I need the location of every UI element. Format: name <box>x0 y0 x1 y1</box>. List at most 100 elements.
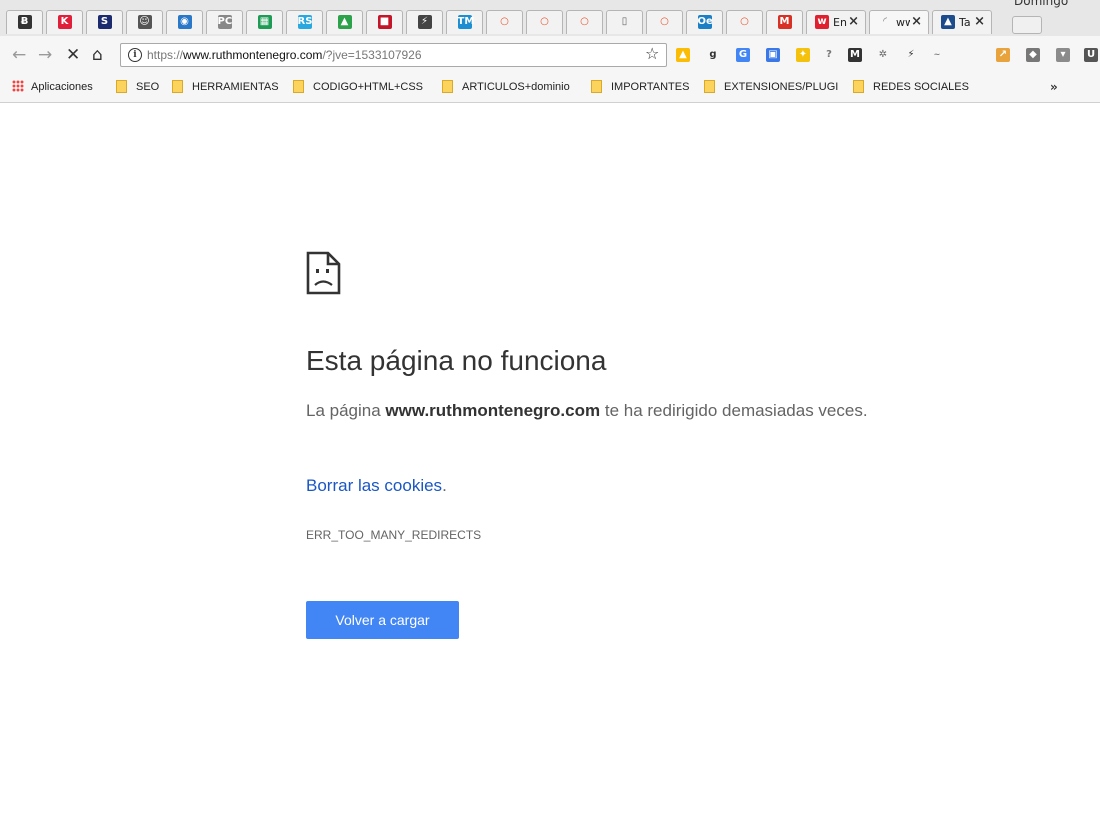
stop-icon[interactable]: ✕ <box>66 46 80 64</box>
folder-icon <box>172 80 183 93</box>
bookmark-folder[interactable]: SEO <box>116 80 159 93</box>
desc-domain: www.ruthmontenegro.com <box>385 401 601 420</box>
bookmark-folder[interactable]: CODIGO+HTML+CSS <box>293 80 423 93</box>
cookies-period: . <box>442 476 447 495</box>
new-tab-button[interactable] <box>1012 16 1042 34</box>
bookmark-star-icon[interactable]: ☆ <box>645 44 659 63</box>
ublock-extension-icon[interactable]: U <box>1084 48 1098 62</box>
bookmark-label: CODIGO+HTML+CSS <box>313 81 424 93</box>
bolt-icon: ⚡ <box>417 15 432 29</box>
reload-button[interactable]: Volver a cargar <box>306 601 459 639</box>
bookmark-label: Aplicaciones <box>31 81 93 93</box>
circle-icon: ○ <box>540 16 549 27</box>
pc-icon: PC <box>217 15 233 29</box>
desc-prefix: La página <box>306 401 386 420</box>
url-domain: www.ruthmontenegro.com <box>183 48 323 62</box>
address-bar[interactable]: i https://www.ruthmontenegro.com/?jve=15… <box>120 43 667 67</box>
s-icon: S <box>97 15 112 29</box>
bookmarks-bar: Aplicaciones SEO HERRAMIENTAS CODIGO+HTML+C… <box>0 74 1100 103</box>
g-extension-icon[interactable]: g <box>706 48 720 62</box>
tab-title: ww <box>896 16 910 29</box>
extension-blue-icon[interactable]: ▣ <box>766 48 780 62</box>
clear-cookies-paragraph: Borrar las cookies. <box>306 476 447 496</box>
bulb-icon[interactable]: ✦ <box>796 48 810 62</box>
browser-tab[interactable]: Ƀ <box>6 10 43 34</box>
w-icon: w <box>815 15 829 29</box>
b-icon: Ƀ <box>17 15 32 29</box>
info-icon[interactable]: i <box>128 48 142 62</box>
back-icon[interactable]: ← <box>12 46 26 64</box>
clear-cookies-link[interactable]: Borrar las cookies <box>306 476 442 495</box>
error-code: ERR_TOO_MANY_REDIRECTS <box>306 528 482 542</box>
browser-tab[interactable]: S <box>86 10 123 34</box>
browser-tab[interactable]: w En × <box>806 10 866 34</box>
tab-title: En <box>833 16 847 29</box>
browser-tab[interactable]: ○ <box>486 10 523 34</box>
browser-tab[interactable]: ◉ <box>166 10 203 34</box>
url-path: /?jve=1533107926 <box>322 48 422 62</box>
redirect-extension-icon[interactable]: ↗ <box>996 48 1010 62</box>
tab-title: Ta <box>959 16 971 29</box>
profile-name[interactable]: Domingo <box>1014 0 1068 8</box>
rs-icon: RS <box>297 15 313 29</box>
loading-icon: ◜ <box>883 16 887 27</box>
url-text[interactable]: https://www.ruthmontenegro.com/?jve=1533… <box>147 48 422 62</box>
gear-extension-icon[interactable]: ✲ <box>876 48 890 62</box>
shield-icon: ◉ <box>177 15 192 29</box>
bookmark-folder[interactable]: EXTENSIONES/PLUGI <box>704 80 838 93</box>
browser-tab[interactable]: ▦ <box>246 10 283 34</box>
bookmark-folder[interactable]: HERRAMIENTAS <box>172 80 279 93</box>
browser-tab[interactable]: RS <box>286 10 323 34</box>
browser-tab[interactable]: M <box>766 10 803 34</box>
robot-icon: ☺ <box>137 15 152 29</box>
close-tab-icon[interactable]: × <box>974 14 985 29</box>
gmail-icon: M <box>777 15 792 29</box>
folder-icon <box>704 80 715 93</box>
browser-tab[interactable]: ○ <box>646 10 683 34</box>
sad-page-icon <box>306 251 341 295</box>
browser-tab[interactable]: TM <box>446 10 483 34</box>
browser-tab[interactable]: ⚡ <box>406 10 443 34</box>
browser-tab[interactable]: ◜ ww × <box>869 10 929 34</box>
desc-suffix: te ha redirigido demasiadas veces. <box>600 401 868 420</box>
browser-tab[interactable]: Oe <box>686 10 723 34</box>
close-tab-icon[interactable]: × <box>911 14 922 29</box>
bookmark-label: REDES SOCIALES <box>873 81 969 93</box>
home-icon[interactable]: ⌂ <box>92 46 103 64</box>
circle-icon: ○ <box>660 16 669 27</box>
translate-icon[interactable]: G <box>736 48 750 62</box>
lock-icon: ▲ <box>337 15 352 29</box>
browser-tab[interactable]: ○ <box>566 10 603 34</box>
pocket-extension-icon[interactable]: ▾ <box>1056 48 1070 62</box>
browser-tab[interactable]: ■ <box>366 10 403 34</box>
browser-tab[interactable]: ▯ <box>606 10 643 34</box>
browser-tab[interactable]: ○ <box>726 10 763 34</box>
forward-icon[interactable]: → <box>38 46 52 64</box>
folder-icon <box>442 80 453 93</box>
close-tab-icon[interactable]: × <box>848 14 859 29</box>
browser-tab[interactable]: K <box>46 10 83 34</box>
browser-tab[interactable]: ▲ <box>326 10 363 34</box>
url-scheme: https:// <box>147 48 184 62</box>
drive-icon[interactable]: ▲ <box>676 48 690 62</box>
bookmarks-overflow-button[interactable]: » <box>1050 80 1058 94</box>
error-description: La página www.ruthmontenegro.com te ha r… <box>306 397 896 425</box>
bookmark-folder[interactable]: IMPORTANTES <box>591 80 689 93</box>
circle-icon: ○ <box>740 16 749 27</box>
grey-extension-icon[interactable]: ◆ <box>1026 48 1040 62</box>
help-icon[interactable]: ? <box>822 48 836 62</box>
wave-extension-icon[interactable]: ~ <box>930 48 944 62</box>
bolt-extension-icon[interactable]: ⚡ <box>904 48 918 62</box>
bookmark-folder[interactable]: ARTICULOS+dominio <box>442 80 570 93</box>
m-extension-icon[interactable]: M <box>848 48 862 62</box>
sheets-icon: ▦ <box>257 15 272 29</box>
bookmark-label: IMPORTANTES <box>611 81 690 93</box>
browser-tab[interactable]: ☺ <box>126 10 163 34</box>
bookmark-folder[interactable]: REDES SOCIALES <box>853 80 969 93</box>
browser-tab[interactable]: PC <box>206 10 243 34</box>
browser-tab[interactable]: ▲ Ta × <box>932 10 992 34</box>
browser-tab[interactable]: ○ <box>526 10 563 34</box>
folder-icon <box>853 80 864 93</box>
bookmark-apps[interactable]: Aplicaciones <box>12 80 93 93</box>
bookmark-label: SEO <box>136 81 160 93</box>
